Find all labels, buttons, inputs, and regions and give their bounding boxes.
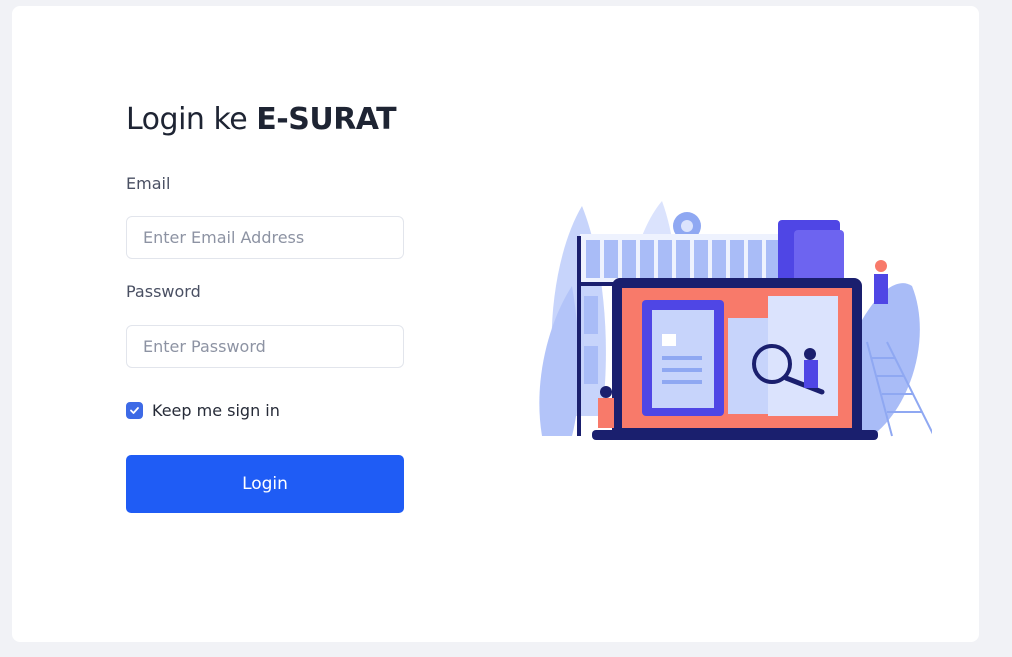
password-label: Password (126, 282, 201, 301)
document-archive-illustration (539, 201, 932, 440)
title-brand: E-SURAT (256, 102, 397, 137)
check-icon (130, 407, 139, 414)
remember-checkbox[interactable] (126, 402, 143, 419)
remember-label: Keep me sign in (152, 401, 280, 420)
email-label: Email (126, 174, 171, 193)
email-field[interactable] (126, 216, 404, 259)
page-title: Login ke E-SURAT (126, 102, 397, 137)
title-prefix: Login ke (126, 102, 248, 137)
login-card: Login ke E-SURAT Email Password Keep me … (12, 6, 979, 642)
password-field[interactable] (126, 325, 404, 368)
login-button[interactable]: Login (126, 455, 404, 513)
remember-row[interactable]: Keep me sign in (126, 401, 280, 420)
